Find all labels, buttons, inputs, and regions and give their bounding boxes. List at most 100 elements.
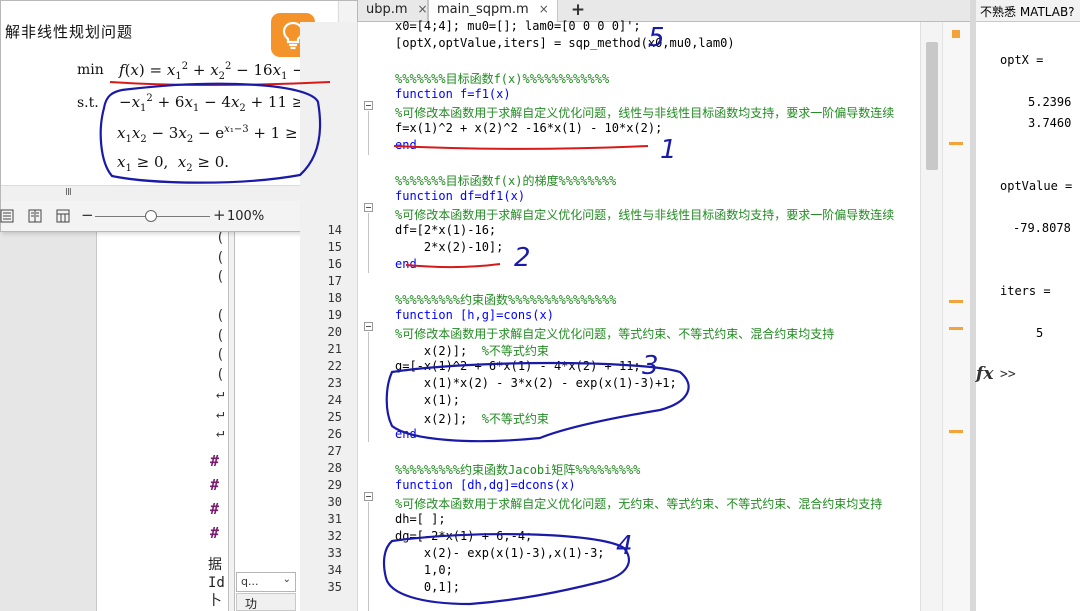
print-layout-icon[interactable]	[27, 208, 43, 224]
fold-toggle[interactable]	[364, 101, 373, 110]
word-list-marks: ( ( ( ( ( ( ( ↵ ↵ ↵	[216, 230, 230, 445]
line-number: 26	[327, 427, 342, 441]
code-line[interactable]: function df=df1(x)	[395, 189, 525, 203]
text-fragment: 据	[208, 557, 222, 573]
code-line[interactable]: [optX,optValue,iters] = sqp_method(x0,mu…	[395, 36, 735, 50]
paragraph-mark: ↵	[216, 386, 225, 402]
line-number: 21	[327, 342, 342, 356]
list-mark: (	[216, 308, 225, 324]
hash-mark: #	[210, 452, 220, 470]
code-line[interactable]: 1,0;	[395, 563, 453, 577]
scroll-grip-icon[interactable]: III	[65, 187, 72, 198]
code-line[interactable]: g=[-x(1)^2 + 6*x(1) - 4*x(2) + 11;	[395, 359, 641, 373]
close-icon[interactable]: ×	[418, 2, 428, 16]
code-folding-column	[358, 22, 388, 611]
hash-mark: #	[210, 524, 220, 542]
chevron-down-icon: ⌄	[282, 574, 291, 585]
line-number: 31	[327, 512, 342, 526]
line-number: 24	[327, 393, 342, 407]
code-line[interactable]: %可修改本函数用于求解自定义优化问题，线性与非线性目标函数均支持，要求一阶偏导数…	[395, 104, 894, 121]
line-number: 18	[327, 291, 342, 305]
code-line[interactable]: %%%%%%%目标函数f(x)%%%%%%%%%%%%	[395, 70, 609, 87]
line-number: 16	[327, 257, 342, 271]
code-line[interactable]: %可修改本函数用于求解自定义优化问题，无约束、等式约束、不等式约束、混合约束均支…	[395, 495, 882, 512]
hash-mark: #	[210, 476, 220, 494]
code-line[interactable]: function [h,g]=cons(x)	[395, 308, 554, 322]
line-number: 35	[327, 580, 342, 594]
line-number: 17	[327, 274, 342, 288]
fold-toggle[interactable]	[364, 322, 373, 331]
formula-document: 解非线性规划问题 min f(x) = x12 + x22 − 16x1 − 1…	[1, 1, 344, 185]
code-line[interactable]: df=[2*x(1)-16;	[395, 223, 496, 237]
problem-title: 解非线性规划问题	[5, 23, 134, 41]
code-line[interactable]: %可修改本函数用于求解自定义优化问题，等式约束、不等式约束、混合约束均支持	[395, 325, 834, 342]
warning-marker[interactable]	[949, 300, 963, 303]
fold-guide	[368, 111, 369, 155]
code-line[interactable]: %可修改本函数用于求解自定义优化问题，线性与非线性目标函数均支持，要求一阶偏导数…	[395, 206, 894, 223]
line-number: 33	[327, 546, 342, 560]
line-number: 34	[327, 563, 342, 577]
word-tab-label: 功	[245, 597, 258, 611]
function-browser-icon[interactable]: fx	[976, 364, 993, 384]
scroll-thumb[interactable]	[926, 42, 938, 170]
zoom-slider-thumb[interactable]	[145, 210, 157, 222]
code-line[interactable]: dg=[-2*x(1) + 6,-4;	[395, 529, 532, 543]
editor-vertical-scrollbar[interactable]	[920, 22, 942, 611]
warning-marker[interactable]	[949, 327, 963, 330]
word-style-combo[interactable]: q... ⌄	[236, 572, 296, 592]
code-line[interactable]: %%%%%%%目标函数f(x)的梯度%%%%%%%%	[395, 172, 616, 189]
command-window[interactable]: 不熟悉 MATLAB? optX = 5.2396 3.7460 optValu…	[976, 0, 1080, 611]
iters-value: 5	[1036, 326, 1044, 340]
read-mode-icon[interactable]	[0, 208, 15, 224]
code-line[interactable]: %%%%%%%%%约束函数Jacobi矩阵%%%%%%%%%	[395, 461, 640, 478]
code-comment: %不等式约束	[481, 344, 549, 358]
code-line[interactable]: function [dh,dg]=dcons(x)	[395, 478, 576, 492]
code-line[interactable]: x0=[4;4]; mu0=[]; lam0=[0 0 0 0]';	[395, 19, 641, 33]
command-window-banner[interactable]: 不熟悉 MATLAB?	[976, 0, 1080, 22]
zoom-level[interactable]: 100%	[227, 209, 264, 224]
web-layout-icon[interactable]	[55, 208, 71, 224]
line-number: 32	[327, 529, 342, 543]
code-line[interactable]: 2*x(2)-10];	[395, 240, 503, 254]
code-line[interactable]: f=x(1)^2 + x(2)^2 -16*x(1) - 10*x(2);	[395, 121, 662, 135]
constraint-3: x1 ≥ 0, x2 ≥ 0.	[117, 153, 230, 174]
line-number: 29	[327, 478, 342, 492]
zoom-out-button[interactable]: −	[81, 206, 94, 224]
warning-marker[interactable]	[949, 430, 963, 433]
paragraph-mark: ↵	[216, 405, 225, 422]
zoom-in-button[interactable]: +	[213, 206, 226, 224]
code-line[interactable]: end	[395, 257, 417, 271]
code-line[interactable]: x(2)]; %不等式约束	[395, 410, 549, 427]
code-line[interactable]: function f=f1(x)	[395, 87, 511, 101]
optvalue-label: optValue =	[1000, 179, 1073, 193]
code-line[interactable]: x(2)]; %不等式约束	[395, 342, 549, 359]
list-mark: (	[216, 249, 225, 266]
code-line[interactable]: x(1);	[395, 393, 460, 407]
analyzer-status-icon[interactable]	[952, 30, 960, 38]
constraint-2: x1x2 − 3x2 − ex₁−3 + 1 ≥ 0,	[117, 124, 317, 145]
close-icon[interactable]: ×	[539, 2, 549, 16]
list-mark: (	[216, 269, 225, 285]
code-line[interactable]: end	[395, 427, 417, 441]
fold-toggle[interactable]	[364, 492, 373, 501]
code-line[interactable]: end	[395, 138, 417, 152]
code-line[interactable]: 0,1];	[395, 580, 460, 594]
line-number: 27	[327, 444, 342, 458]
command-prompt[interactable]: >>	[1000, 367, 1016, 382]
paragraph-mark: ↵	[216, 425, 225, 441]
optx-value: 3.7460	[1028, 116, 1072, 130]
code-line[interactable]: dh=[ ];	[395, 512, 446, 526]
optx-value: 5.2396	[1028, 95, 1072, 109]
word-tab[interactable]: 功	[236, 593, 296, 611]
warning-marker[interactable]	[949, 142, 963, 145]
list-mark: (	[216, 366, 225, 383]
fold-toggle[interactable]	[364, 203, 373, 212]
code-line[interactable]: %%%%%%%%%约束函数%%%%%%%%%%%%%%%	[395, 291, 616, 308]
objective-label: min	[77, 62, 104, 78]
code-line[interactable]: x(1)*x(2) - 3*x(2) - exp(x(1)-3)+1;	[395, 376, 677, 390]
tab-label: main_sqpm.m	[437, 2, 529, 17]
line-number: 14	[327, 223, 342, 237]
line-number: 30	[327, 495, 342, 509]
text-fragment: 卜	[208, 593, 222, 609]
code-line[interactable]: x(2)- exp(x(1)-3),x(1)-3;	[395, 546, 605, 560]
